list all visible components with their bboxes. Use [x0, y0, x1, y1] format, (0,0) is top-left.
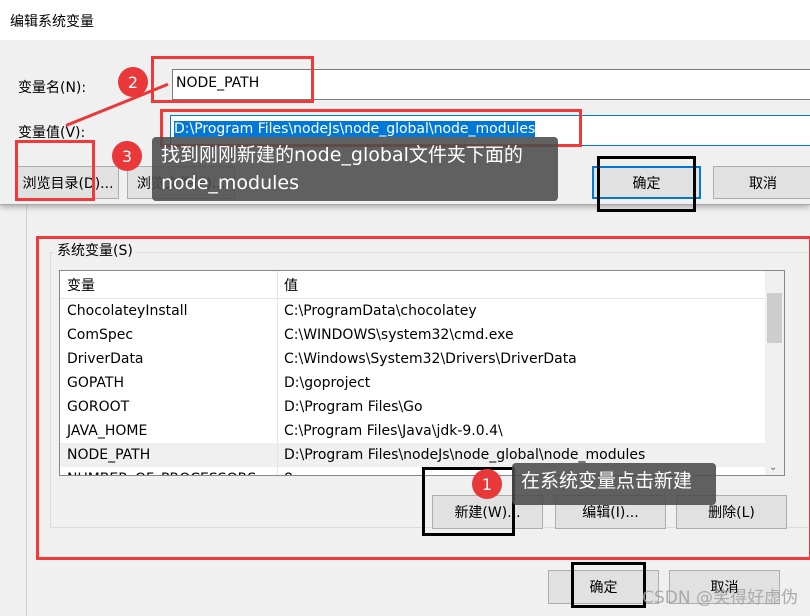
annotation-new-box	[422, 467, 515, 536]
variable-name-label: 变量名(N):	[18, 80, 87, 96]
step-3-badge: 3	[112, 141, 142, 171]
background-window-edge	[0, 205, 27, 616]
variable-value-label: 变量值(V):	[18, 125, 86, 141]
dialog-title: 编辑系统变量	[0, 0, 810, 40]
annotation-footer-ok-box	[571, 562, 646, 608]
step-3-tooltip: 找到刚刚新建的node_global文件夹下面的node_modules	[152, 137, 558, 201]
annotation-dialog-ok-box	[597, 156, 696, 212]
dialog-cancel-button[interactable]: 取消	[713, 166, 810, 199]
step-1-badge: 1	[472, 469, 502, 499]
step-2-badge: 2	[118, 67, 148, 97]
annotation-browse-box	[15, 140, 95, 201]
watermark: CSDN @笑得好虚伪	[642, 588, 798, 608]
step-1-tooltip: 在系统变量点击新建	[512, 463, 716, 505]
annotation-name-box	[151, 56, 314, 103]
